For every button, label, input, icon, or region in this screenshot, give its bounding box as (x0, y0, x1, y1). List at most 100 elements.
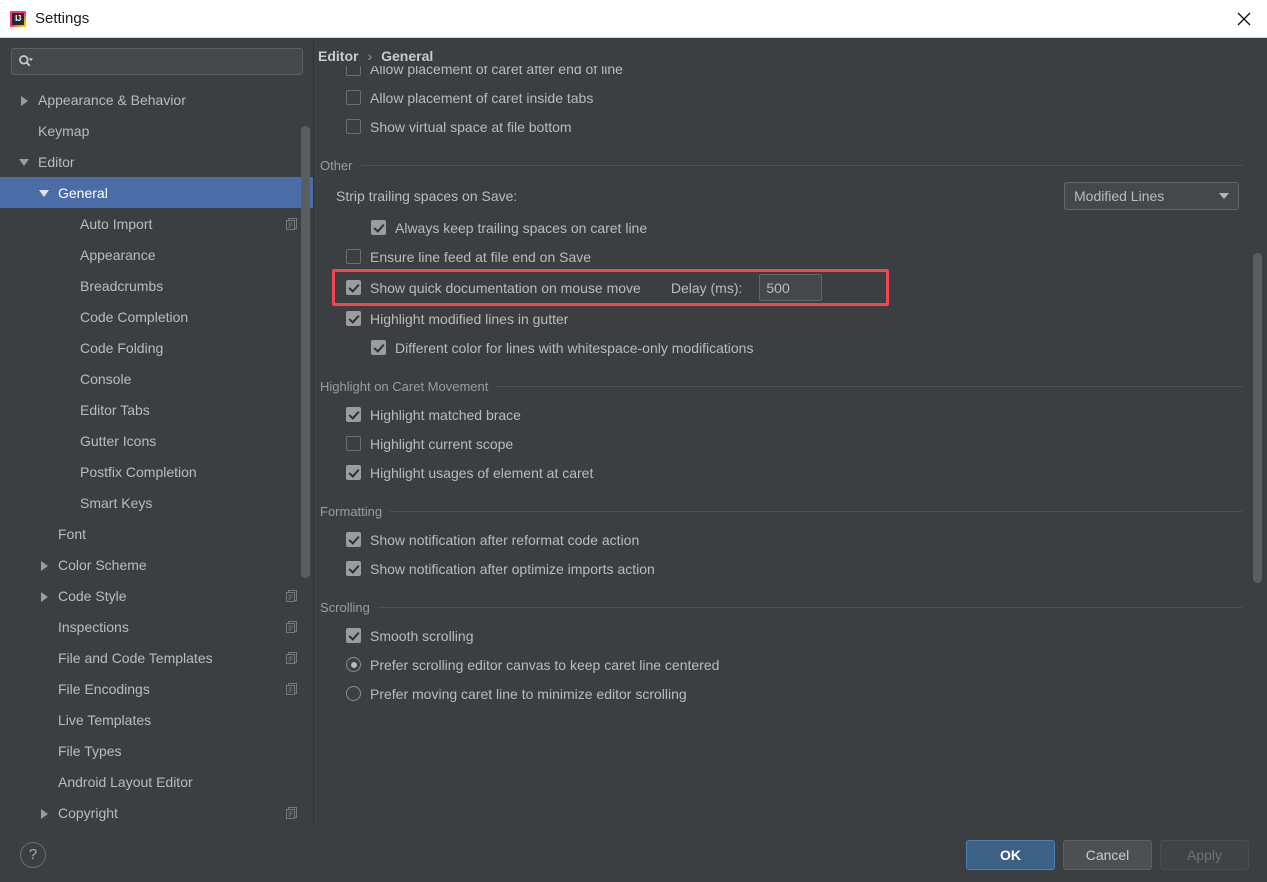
checkbox-allow-placement-of-caret-after-end-of-line[interactable] (346, 66, 361, 76)
option-row-show-notification-after-reformat-code-action: Show notification after reformat code ac… (318, 525, 1242, 554)
sidebar-item-code-folding[interactable]: Code Folding (0, 332, 313, 363)
option-row-highlight-matched-brace: Highlight matched brace (318, 400, 1242, 429)
other-options-group-b: Highlight modified lines in gutter Differ… (318, 304, 1242, 362)
checkbox-show-notification-after-optimize-imports-action[interactable] (346, 561, 361, 576)
sidebar-item-appearance[interactable]: Appearance (0, 239, 313, 270)
checkbox-smooth-scrolling[interactable] (346, 628, 361, 643)
sidebar-item-inspections[interactable]: Inspections (0, 611, 313, 642)
sidebar-item-code-style[interactable]: Code Style (0, 580, 313, 611)
chevron-right-icon[interactable] (38, 806, 52, 820)
option-row-prefer-scrolling-editor-canvas-to-keep-caret-line-: Prefer scrolling editor canvas to keep c… (318, 650, 1242, 679)
sidebar-item-live-templates[interactable]: Live Templates (0, 704, 313, 735)
checkbox-highlight-usages-of-element-at-caret[interactable] (346, 465, 361, 480)
sidebar-item-editor-tabs[interactable]: Editor Tabs (0, 394, 313, 425)
chevron-right-icon[interactable] (38, 589, 52, 603)
copyable-settings-icon (285, 806, 299, 820)
search-input[interactable] (33, 49, 296, 74)
sidebar-item-copyright[interactable]: Copyright (0, 797, 313, 826)
chevron-down-icon[interactable] (18, 155, 32, 169)
other-options-group-a: Always keep trailing spaces on caret lin… (318, 213, 1242, 271)
settings-content: Virtual Space Allow placement of caret a… (314, 66, 1267, 708)
sidebar-item-android-layout-editor[interactable]: Android Layout Editor (0, 766, 313, 797)
sidebar-item-label: Keymap (38, 122, 90, 139)
sidebar-item-breadcrumbs[interactable]: Breadcrumbs (0, 270, 313, 301)
settings-body: Appearance & Behavior Keymap Editor General… (0, 38, 1267, 826)
checkbox-highlight-matched-brace[interactable] (346, 407, 361, 422)
sidebar-item-auto-import[interactable]: Auto Import (0, 208, 313, 239)
checkbox-ensure-line-feed-at-file-end-on-save[interactable] (346, 249, 361, 264)
chevron-right-icon[interactable] (18, 93, 32, 107)
option-row-highlight-usages-of-element-at-caret: Highlight usages of element at caret (318, 458, 1242, 487)
checkbox-allow-placement-of-caret-inside-tabs[interactable] (346, 90, 361, 105)
sidebar-item-label: Android Layout Editor (58, 773, 193, 790)
checkbox-highlight-current-scope[interactable] (346, 436, 361, 451)
checkbox-always-keep-trailing-spaces-on-caret-line[interactable] (371, 220, 386, 235)
caret-movement-options: Highlight matched brace Highlight current… (318, 400, 1242, 487)
group-title-formatting: Formatting (320, 504, 383, 519)
checkbox-show-virtual-space-at-file-bottom[interactable] (346, 119, 361, 134)
chevron-down-icon (1219, 193, 1229, 199)
radio-prefer-scrolling-editor-canvas-to-keep-caret-line-[interactable] (346, 657, 361, 672)
settings-main-panel: Editor › General Virtual Space Allow pla… (314, 38, 1267, 826)
checkbox-show-quick-documentation[interactable] (346, 280, 361, 295)
sidebar-item-keymap[interactable]: Keymap (0, 115, 313, 146)
ok-button[interactable]: OK (966, 839, 1055, 870)
sidebar-item-postfix-completion[interactable]: Postfix Completion (0, 456, 313, 487)
search-icon (19, 55, 33, 67)
close-icon[interactable] (1221, 0, 1267, 38)
sidebar-item-smart-keys[interactable]: Smart Keys (0, 487, 313, 518)
cancel-button[interactable]: Cancel (1063, 839, 1152, 870)
option-row-allow-placement-of-caret-after-end-of-line: Allow placement of caret after end of li… (318, 66, 1242, 83)
label-different-color-for-lines-with-whitespace-only-mod: Different color for lines with whitespac… (395, 339, 754, 356)
help-icon[interactable]: ? (20, 841, 46, 868)
sidebar-item-console[interactable]: Console (0, 363, 313, 394)
formatting-options: Show notification after reformat code ac… (318, 525, 1242, 583)
sidebar-item-label: Appearance (80, 246, 156, 263)
sidebar-scrollbar-thumb[interactable] (301, 126, 310, 578)
sidebar-scrollbar[interactable] (301, 82, 310, 822)
sidebar-item-color-scheme[interactable]: Color Scheme (0, 549, 313, 580)
sidebar-item-label: Postfix Completion (80, 463, 197, 480)
sidebar-item-label: General (58, 184, 108, 201)
sidebar-item-editor[interactable]: Editor (0, 146, 313, 177)
sidebar-item-file-types[interactable]: File Types (0, 735, 313, 766)
sidebar-item-code-completion[interactable]: Code Completion (0, 301, 313, 332)
label-allow-placement-of-caret-inside-tabs: Allow placement of caret inside tabs (370, 89, 594, 106)
apply-button[interactable]: Apply (1160, 839, 1249, 870)
breadcrumb-parent[interactable]: Editor (318, 48, 358, 64)
delay-input[interactable] (759, 274, 823, 301)
checkbox-different-color-for-lines-with-whitespace-only-mod[interactable] (371, 340, 386, 355)
label-allow-placement-of-caret-after-end-of-line: Allow placement of caret after end of li… (370, 66, 623, 77)
search-box[interactable] (11, 48, 303, 75)
sidebar-item-file-and-code-templates[interactable]: File and Code Templates (0, 642, 313, 673)
sidebar-item-gutter-icons[interactable]: Gutter Icons (0, 425, 313, 456)
label-always-keep-trailing-spaces-on-caret-line: Always keep trailing spaces on caret lin… (395, 219, 648, 236)
label-smooth-scrolling: Smooth scrolling (370, 627, 474, 644)
main-scrollbar-thumb[interactable] (1253, 253, 1262, 583)
sidebar-item-font[interactable]: Font (0, 518, 313, 549)
checkbox-show-notification-after-reformat-code-action[interactable] (346, 532, 361, 547)
strip-trailing-value: Modified Lines (1074, 188, 1165, 204)
radio-prefer-moving-caret-line-to-minimize-editor-scroll[interactable] (346, 686, 361, 701)
strip-trailing-dropdown[interactable]: Modified Lines (1064, 182, 1239, 210)
option-row-different-color-for-lines-with-whitespace-only-mod: Different color for lines with whitespac… (318, 333, 1242, 362)
sidebar-item-general[interactable]: General (0, 177, 313, 208)
group-header-other: Other (318, 158, 1242, 173)
sidebar-item-file-encodings[interactable]: File Encodings (0, 673, 313, 704)
breadcrumb: Editor › General (314, 38, 1267, 66)
checkbox-highlight-modified-lines-in-gutter[interactable] (346, 311, 361, 326)
option-row-prefer-moving-caret-line-to-minimize-editor-scroll: Prefer moving caret line to minimize edi… (318, 679, 1242, 708)
sidebar-item-appearance-behavior[interactable]: Appearance & Behavior (0, 84, 313, 115)
main-scrollbar[interactable] (1253, 68, 1262, 820)
sidebar-item-label: Color Scheme (58, 556, 147, 573)
chevron-down-icon[interactable] (38, 186, 52, 200)
chevron-right-icon[interactable] (38, 558, 52, 572)
